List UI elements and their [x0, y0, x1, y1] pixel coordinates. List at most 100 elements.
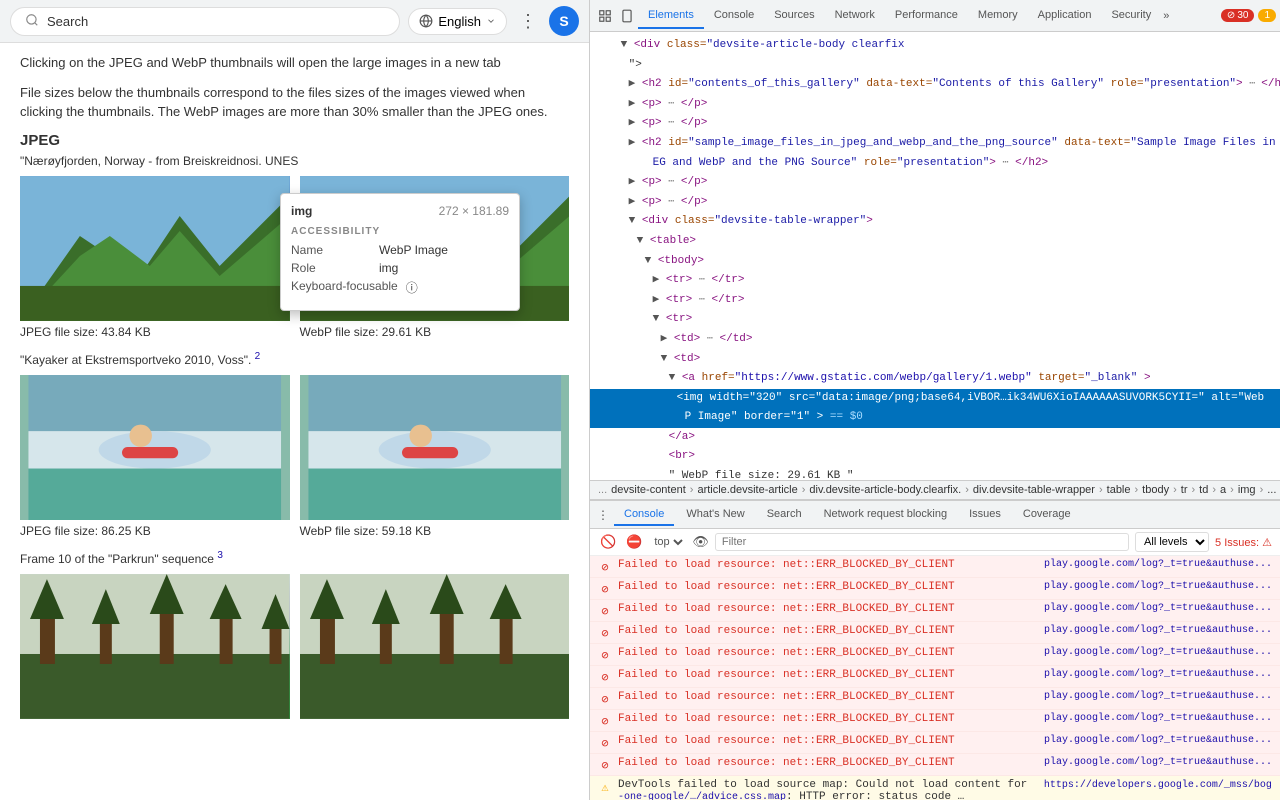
msg-text-4: Failed to load resource: net::ERR_BLOCKE… [618, 625, 1034, 637]
jpeg-label: JPEG [20, 132, 569, 149]
caption-3-text: Frame 10 of the "Parkrun" sequence [20, 552, 214, 566]
caption-2-ref[interactable]: 2 [255, 351, 261, 362]
breadcrumb-a[interactable]: a [1220, 484, 1226, 496]
elements-panel: ▼ <div class="devsite-article-body clear… [590, 32, 1280, 480]
html-line-18b-highlighted[interactable]: P Image" border="1" > == $0 [590, 408, 1280, 428]
error-icon-5: ⊘ [598, 648, 612, 662]
breadcrumb-img[interactable]: img [1238, 484, 1256, 496]
html-line-2[interactable]: "> [590, 56, 1280, 76]
console-tab-console[interactable]: Console [614, 504, 674, 526]
tooltip-name-value: WebP Image [379, 243, 448, 257]
image-row-3 [20, 574, 569, 719]
tab-performance[interactable]: Performance [885, 3, 968, 29]
console-tab-network-blocking[interactable]: Network request blocking [814, 504, 958, 526]
html-line-7[interactable]: ▶ <p> ⋯ </p> [590, 173, 1280, 193]
caption-3-ref[interactable]: 3 [217, 550, 223, 561]
html-line-14[interactable]: ▼ <tr> [590, 310, 1280, 330]
html-line-6b[interactable]: EG and WebP and the PNG Source" role="pr… [590, 154, 1280, 174]
msg-link-8[interactable]: play.google.com/log?_t=true&authuse... [1044, 713, 1272, 724]
html-line-19[interactable]: </a> [590, 428, 1280, 448]
msg-link-3[interactable]: play.google.com/log?_t=true&authuse... [1044, 603, 1272, 614]
tab-sources[interactable]: Sources [764, 3, 824, 29]
tabs-overflow-button[interactable]: » [1163, 10, 1169, 22]
html-line-4[interactable]: ▶ <p> ⋯ </p> [590, 95, 1280, 115]
devtools-badges: ⊘ 30 1 [1221, 9, 1276, 22]
breadcrumb-table-wrapper[interactable]: div.devsite-table-wrapper [973, 484, 1095, 496]
jpeg-file-size-2: JPEG file size: 86.25 KB [20, 524, 290, 538]
html-line-9[interactable]: ▼ <div class="devsite-table-wrapper"> [590, 212, 1280, 232]
devtools-device-button[interactable] [616, 5, 638, 27]
more-options-button[interactable]: ⋮ [515, 7, 541, 36]
msg-link-4[interactable]: play.google.com/log?_t=true&authuse... [1044, 625, 1272, 636]
warning-link[interactable]: https://developers.google.com/_mss/bog-o… [618, 780, 1272, 800]
html-line-15[interactable]: ▶ <td> ⋯ </td> [590, 330, 1280, 350]
msg-text-3: Failed to load resource: net::ERR_BLOCKE… [618, 603, 1034, 615]
html-line-8[interactable]: ▶ <p> ⋯ </p> [590, 193, 1280, 213]
html-line-12[interactable]: ▶ <tr> ⋯ </tr> [590, 271, 1280, 291]
tab-security[interactable]: Security [1101, 3, 1161, 29]
msg-link-1[interactable]: play.google.com/log?_t=true&authuse... [1044, 559, 1272, 570]
console-msg-2: ⊘ Failed to load resource: net::ERR_BLOC… [590, 578, 1280, 600]
breadcrumb-table[interactable]: table [1107, 484, 1131, 496]
page-text-2: File sizes below the thumbnails correspo… [20, 83, 569, 122]
tab-console[interactable]: Console [704, 3, 764, 29]
breadcrumb-tr[interactable]: tr [1181, 484, 1188, 496]
html-line-21[interactable]: " WebP file size: 29.61 KB " [590, 467, 1280, 480]
console-tab-coverage[interactable]: Coverage [1013, 504, 1081, 526]
console-msg-6: ⊘ Failed to load resource: net::ERR_BLOC… [590, 666, 1280, 688]
breadcrumb-devsite-content[interactable]: devsite-content [611, 484, 686, 496]
console-tab-issues[interactable]: Issues [959, 504, 1011, 526]
html-line-20[interactable]: <br> [590, 447, 1280, 467]
html-line-1[interactable]: ▼ <div class="devsite-article-body clear… [590, 36, 1280, 56]
error-badge[interactable]: ⊘ 30 [1221, 9, 1255, 22]
html-line-5[interactable]: ▶ <p> ⋯ </p> [590, 114, 1280, 134]
tooltip-role-label: Role [291, 261, 371, 275]
msg-link-5[interactable]: play.google.com/log?_t=true&authuse... [1044, 647, 1272, 658]
levels-select[interactable]: All levels [1135, 532, 1209, 552]
language-label: English [438, 14, 481, 29]
html-line-6[interactable]: ▶ <h2 id="sample_image_files_in_jpeg_and… [590, 134, 1280, 154]
language-button[interactable]: English [408, 8, 507, 35]
console-tab-bar: ⋮ Console What's New Search Network requ… [590, 501, 1280, 529]
expand-arrow-2[interactable]: ▶ [629, 78, 636, 90]
filter-input[interactable] [715, 533, 1129, 551]
tooltip-dimensions: 272 × 181.89 [439, 204, 509, 218]
html-line-3[interactable]: ▶ <h2 id="contents_of_this_gallery" data… [590, 75, 1280, 95]
tab-network[interactable]: Network [825, 3, 885, 29]
breadcrumb-tbody[interactable]: tbody [1142, 484, 1169, 496]
devtools-inspect-button[interactable] [594, 5, 616, 27]
warning-badge[interactable]: 1 [1258, 9, 1276, 22]
html-line-16[interactable]: ▼ <td> [590, 350, 1280, 370]
breadcrumb-div-body[interactable]: div.devsite-article-body.clearfix. [809, 484, 961, 496]
console-tab-search[interactable]: Search [757, 504, 812, 526]
tab-memory[interactable]: Memory [968, 3, 1028, 29]
html-line-10[interactable]: ▼ <table> [590, 232, 1280, 252]
breadcrumb-article[interactable]: article.devsite-article [697, 484, 797, 496]
tab-application[interactable]: Application [1028, 3, 1102, 29]
tooltip-role-value: img [379, 261, 398, 275]
console-tab-options[interactable]: ⋮ [594, 506, 612, 524]
console-eye-button[interactable]: 👁 [692, 534, 709, 550]
msg-link-9[interactable]: play.google.com/log?_t=true&authuse... [1044, 735, 1272, 746]
breadcrumb-ellipsis[interactable]: ... [1267, 484, 1276, 496]
search-bar[interactable]: Search [10, 7, 400, 36]
msg-link-2[interactable]: play.google.com/log?_t=true&authuse... [1044, 581, 1272, 592]
msg-link-10[interactable]: play.google.com/log?_t=true&authuse... [1044, 757, 1272, 768]
console-pause-button[interactable]: ⛔ [624, 532, 644, 552]
msg-link-7[interactable]: play.google.com/log?_t=true&authuse... [1044, 691, 1272, 702]
console-tab-whats-new[interactable]: What's New [676, 504, 754, 526]
accessibility-tooltip: img 272 × 181.89 ACCESSIBILITY Name WebP… [280, 193, 520, 311]
jpeg-image-cell-3 [20, 574, 290, 719]
html-line-18-highlighted[interactable]: <img width="320" src="data:image/png;bas… [590, 389, 1280, 409]
context-selector[interactable]: top [650, 535, 686, 549]
warning-count: 1 [1264, 10, 1270, 21]
expand-arrow[interactable]: ▼ [621, 39, 628, 51]
issues-badge: 5 Issues: ⚠ [1215, 536, 1272, 549]
breadcrumb-td[interactable]: td [1199, 484, 1208, 496]
msg-link-6[interactable]: play.google.com/log?_t=true&authuse... [1044, 669, 1272, 680]
html-line-11[interactable]: ▼ <tbody> [590, 252, 1280, 272]
console-clear-button[interactable]: 🚫 [598, 532, 618, 552]
tab-elements[interactable]: Elements [638, 3, 704, 29]
html-line-17[interactable]: ▼ <a href="https://www.gstatic.com/webp/… [590, 369, 1280, 389]
html-line-13[interactable]: ▶ <tr> ⋯ </tr> [590, 291, 1280, 311]
